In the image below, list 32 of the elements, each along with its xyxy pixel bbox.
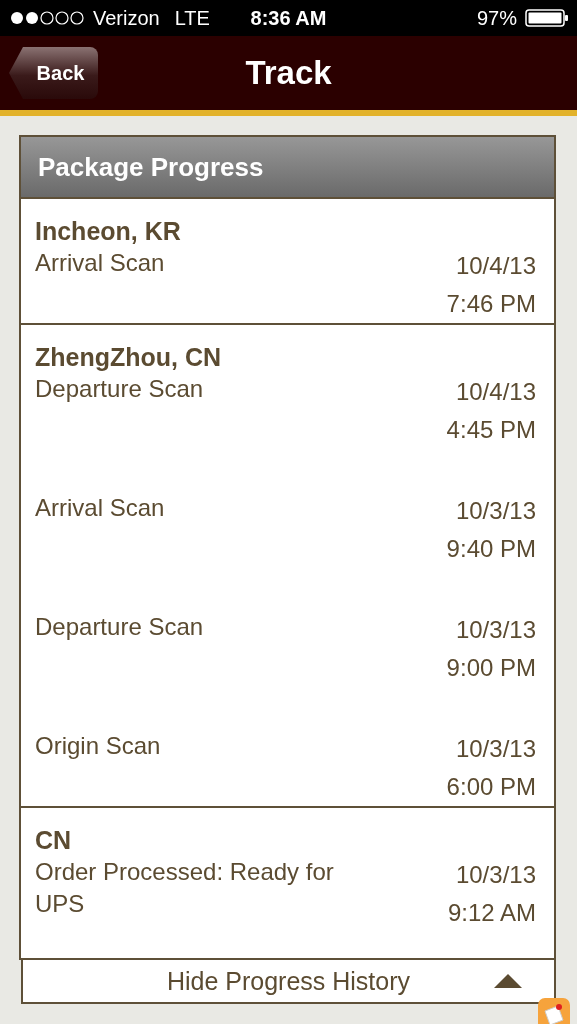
- back-button[interactable]: Back: [9, 47, 98, 99]
- scan-date: 10/4/13: [455, 251, 536, 281]
- scan-date: 10/3/13: [455, 496, 536, 526]
- screen-title: Track: [245, 54, 332, 91]
- battery-icon: [525, 8, 569, 28]
- location-name: CN: [35, 826, 72, 854]
- note-app-icon[interactable]: [538, 998, 570, 1024]
- scan-date: 10/3/13: [455, 860, 536, 890]
- scan-time: 7:46 PM: [446, 289, 536, 319]
- clock-time: 8:36 AM: [250, 6, 327, 29]
- scan-time: 4:45 PM: [446, 415, 536, 445]
- carrier-name: Verizon: [93, 6, 160, 30]
- scan-time: 9:00 PM: [446, 653, 536, 683]
- scan-date: 10/3/13: [455, 734, 536, 764]
- hide-history-button[interactable]: Hide Progress History: [21, 960, 556, 1004]
- scan-time: 6:00 PM: [446, 772, 536, 802]
- scan-time: 9:40 PM: [446, 534, 536, 564]
- scan-description: Departure Scan: [35, 374, 204, 404]
- location-name: Incheon, KR: [35, 217, 181, 245]
- scan-description: Order Processed: Ready for UPS: [35, 857, 335, 919]
- scan-description: Arrival Scan: [35, 493, 165, 523]
- location-name: ZhengZhou, CN: [35, 343, 222, 371]
- scan-description: Origin Scan: [35, 731, 161, 761]
- scan-description: Arrival Scan: [35, 248, 165, 278]
- scan-description: Departure Scan: [35, 612, 204, 642]
- battery-percent: 97%: [476, 6, 517, 30]
- scan-time: 9:12 AM: [447, 898, 536, 928]
- panel-header: Package Progress: [19, 135, 556, 199]
- network-type: LTE: [174, 6, 210, 30]
- signal-icon: [10, 11, 86, 25]
- scan-date: 10/4/13: [455, 377, 536, 407]
- scan-date: 10/3/13: [455, 615, 536, 645]
